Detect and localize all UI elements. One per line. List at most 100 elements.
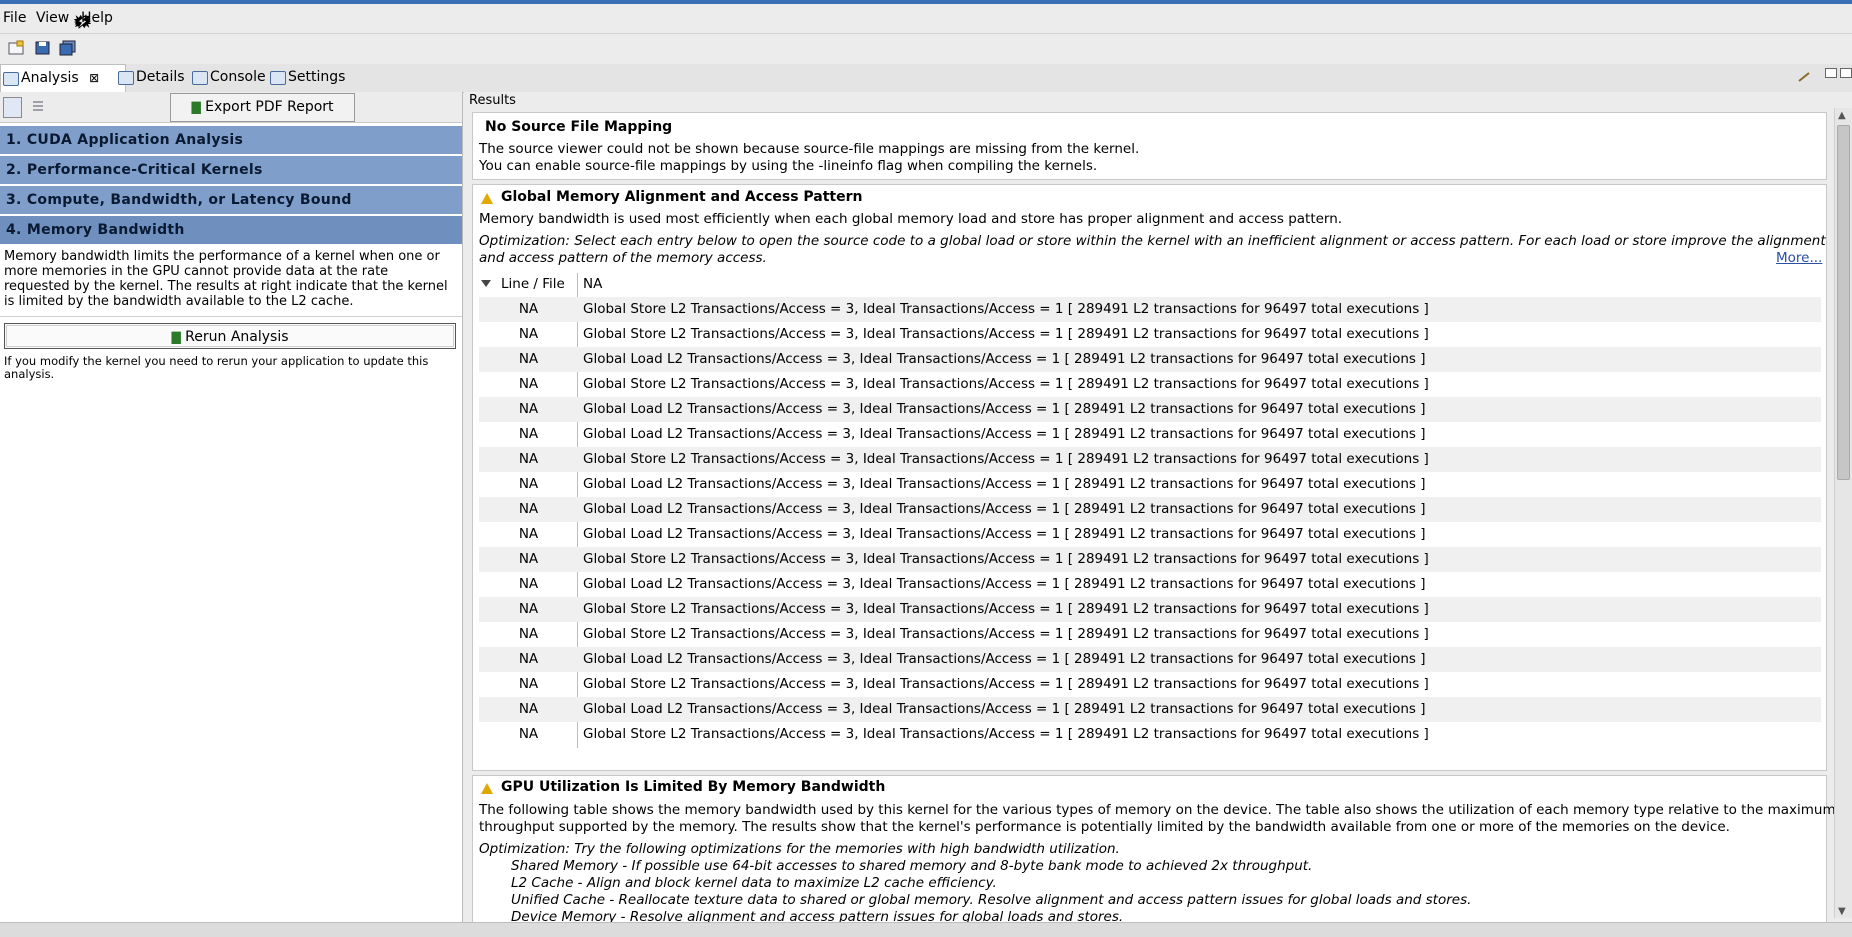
alignment-optimization-line1: Optimization: Select each entry below to… [479,233,1826,249]
row-line-file: NA [518,701,539,717]
rerun-analysis-button[interactable]: ▇ Rerun Analysis [4,323,456,349]
row-description: Global Store L2 Transactions/Access = 3,… [583,676,1429,692]
row-description: Global Load L2 Transactions/Access = 3, … [583,576,1426,592]
chart-icon: ▇ [171,330,181,344]
row-line-file: NA [518,551,539,567]
table-row[interactable]: NA Global Store L2 Transactions/Access = … [479,547,1821,572]
table-row[interactable]: NA Global Store L2 Transactions/Access = … [479,722,1821,747]
table-row[interactable]: NA Global Load L2 Transactions/Access = 3… [479,472,1821,497]
table-row[interactable]: NA Global Store L2 Transactions/Access = … [479,297,1821,322]
row-line-file: NA [518,526,539,542]
export-pdf-label: Export PDF Report [205,99,334,115]
export-pdf-button[interactable]: ▇ Export PDF Report [170,93,355,122]
table-row[interactable]: NA Global Load L2 Transactions/Access = 3… [479,697,1821,722]
alignment-title: Global Memory Alignment and Access Patte… [501,189,863,205]
analysis-icon [3,72,19,86]
section-performance-critical-kernels[interactable]: 2. Performance-Critical Kernels [0,156,462,185]
settings-icon [270,71,286,85]
section-memory-bandwidth[interactable]: 4. Memory Bandwidth [0,216,462,245]
new-session-icon[interactable] [8,40,26,56]
broom-icon[interactable] [1797,70,1811,82]
tab-analysis[interactable]: Analysis ⊠ [0,64,126,92]
toolbar [0,34,1852,67]
no-source-line1: The source viewer could not be shown bec… [479,141,1140,157]
table-row[interactable]: NA Global Load L2 Transactions/Access = 3… [479,572,1821,597]
tab-settings-label: Settings [288,69,346,85]
save-all-icon[interactable] [59,40,77,56]
tab-close-icon[interactable]: ⊠ [89,71,99,85]
no-source-title: No Source File Mapping [485,119,673,135]
table-row[interactable]: NA Global Store L2 Transactions/Access = … [479,372,1821,397]
row-description: Global Store L2 Transactions/Access = 3,… [583,326,1429,342]
row-line-file: NA [518,351,539,367]
scroll-down-icon[interactable]: ▼ [1838,906,1846,917]
row-line-file: NA [518,301,539,317]
row-description: Global Load L2 Transactions/Access = 3, … [583,526,1426,542]
tab-details-label: Details [136,69,185,85]
row-description: Global Load L2 Transactions/Access = 3, … [583,401,1426,417]
menu-view[interactable]: View [36,10,69,26]
row-line-file: NA [518,376,539,392]
row-line-file: NA [518,676,539,692]
row-line-file: NA [518,451,539,467]
row-description: Global Load L2 Transactions/Access = 3, … [583,351,1426,367]
unguided-mode-icon[interactable] [29,97,46,116]
scroll-up-icon[interactable]: ▲ [1838,110,1846,121]
table-row[interactable]: NA Global Load L2 Transactions/Access = 3… [479,422,1821,447]
table-row[interactable]: NA Global Store L2 Transactions/Access = … [479,597,1821,622]
warning-icon [481,783,493,794]
guided-mode-icon[interactable] [3,97,22,118]
row-line-file: NA [518,626,539,642]
console-icon [192,71,208,85]
scrollbar-thumb[interactable] [1837,125,1850,480]
row-description: Global Load L2 Transactions/Access = 3, … [583,476,1426,492]
maximize-icon[interactable] [1840,68,1852,78]
table-row[interactable]: NA Global Load L2 Transactions/Access = 3… [479,397,1821,422]
column-header-na[interactable]: NA [583,276,602,293]
gpu-item-l2-cache: L2 Cache - Align and block kernel data t… [511,875,997,891]
rerun-note: If you modify the kernel you need to rer… [4,354,429,381]
chart-icon: ▇ [191,100,201,114]
gpu-item-shared-memory: Shared Memory - If possible use 64-bit a… [511,858,1313,874]
row-description: Global Store L2 Transactions/Access = 3,… [583,726,1429,742]
row-description: Global Load L2 Transactions/Access = 3, … [583,701,1426,717]
table-row[interactable]: NA Global Load L2 Transactions/Access = 3… [479,647,1821,672]
alignment-optimization-line2: and access pattern of the memory access. [479,250,767,266]
row-description: Global Load L2 Transactions/Access = 3, … [583,501,1426,517]
tab-details[interactable]: Details [116,64,200,91]
gpu-optimization: Optimization: Try the following optimiza… [479,841,1120,857]
row-description: Global Store L2 Transactions/Access = 3,… [583,301,1429,317]
table-row[interactable]: NA Global Load L2 Transactions/Access = 3… [479,497,1821,522]
section-cuda-app-analysis[interactable]: 1. CUDA Application Analysis [0,126,462,155]
tab-console[interactable]: Console [190,64,280,91]
save-icon[interactable] [34,40,52,56]
divider [0,316,462,317]
table-row[interactable]: NA Global Store L2 Transactions/Access = … [479,622,1821,647]
status-bar [0,922,1852,937]
results-label: Results [469,93,516,108]
memory-bandwidth-description: Memory bandwidth limits the performance … [4,249,448,309]
section-compute-bandwidth-latency[interactable]: 3. Compute, Bandwidth, or Latency Bound [0,186,462,215]
table-row[interactable]: NA Global Store L2 Transactions/Access = … [479,672,1821,697]
warning-icon [481,193,493,204]
collapse-triangle-icon[interactable] [481,280,491,287]
more-link[interactable]: More... [1776,250,1822,266]
row-line-file: NA [518,501,539,517]
table-row[interactable]: NA Global Store L2 Transactions/Access = … [479,447,1821,472]
menu-file[interactable]: File [3,10,26,26]
tab-analysis-label: Analysis [21,70,79,86]
column-header-line-file[interactable]: Line / File [501,276,565,293]
table-row[interactable]: NA Global Load L2 Transactions/Access = 3… [479,522,1821,547]
row-line-file: NA [518,476,539,492]
gpu-item-device-memory: Device Memory - Resolve alignment and ac… [511,909,1124,922]
row-description: Global Load L2 Transactions/Access = 3, … [583,426,1426,442]
minimize-icon[interactable] [1825,68,1837,78]
row-description: Global Load L2 Transactions/Access = 3, … [583,651,1426,667]
table-row[interactable]: NA Global Store L2 Transactions/Access = … [479,322,1821,347]
tab-settings[interactable]: Settings [268,64,362,91]
gpu-utilization-title: GPU Utilization Is Limited By Memory Ban… [501,779,886,795]
no-source-line2: You can enable source-file mappings by u… [479,158,1098,174]
row-description: Global Store L2 Transactions/Access = 3,… [583,551,1429,567]
table-row[interactable]: NA Global Load L2 Transactions/Access = 3… [479,347,1821,372]
row-line-file: NA [518,401,539,417]
